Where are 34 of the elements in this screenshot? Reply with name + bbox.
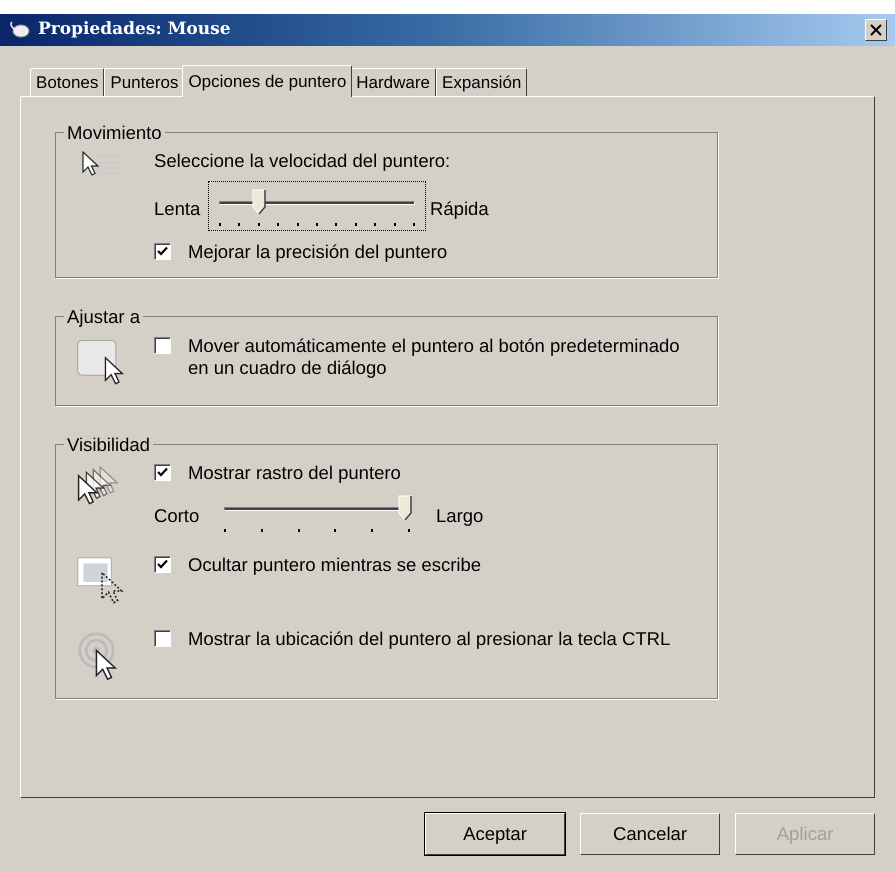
- slider-track[interactable]: [224, 494, 410, 532]
- slider-caption: Seleccione la velocidad del puntero:: [154, 150, 452, 171]
- checkbox[interactable]: [154, 464, 171, 482]
- checkbox[interactable]: [154, 630, 171, 648]
- tab[interactable]: Opciones de puntero: [182, 65, 352, 97]
- window-title: Propiedades: Mouse: [38, 18, 231, 42]
- checkbox-label[interactable]: Ocultar puntero mientras se escribe: [188, 554, 482, 576]
- slider-min-label: Corto: [154, 504, 200, 528]
- slider-thumb[interactable]: [398, 495, 412, 522]
- tab[interactable]: Botones: [30, 68, 104, 96]
- group-title: Ajustar a: [66, 304, 142, 329]
- slider-max-label: Largo: [436, 504, 484, 528]
- slider-track[interactable]: [219, 188, 415, 226]
- close-button[interactable]: [865, 19, 887, 41]
- checkbox[interactable]: [154, 336, 171, 354]
- slider-min-label: Lenta: [154, 196, 202, 221]
- tab[interactable]: Expansión: [436, 68, 528, 96]
- checkbox[interactable]: [154, 242, 171, 260]
- group-title: Visibilidad: [66, 432, 151, 456]
- checkbox-label[interactable]: Mejorar la precisión del puntero: [188, 240, 448, 263]
- group-title: Movimiento: [66, 121, 163, 145]
- tab[interactable]: Punteros: [104, 68, 184, 96]
- checkbox[interactable]: [154, 556, 171, 574]
- checkbox-label[interactable]: Mostrar la ubicación del puntero al presionar la tecla CTRL: [188, 628, 670, 650]
- tab[interactable]: Hardware: [350, 68, 436, 96]
- dialog-button[interactable]: Aceptar: [425, 813, 565, 855]
- close-icon: [870, 24, 882, 36]
- slider-thumb[interactable]: [252, 188, 266, 215]
- checkbox-label[interactable]: Mover automáticamente el puntero al botón predeterminado en un cuadro de diálogo: [188, 334, 697, 378]
- pointer-speed-icon: [81, 150, 123, 177]
- mouse-icon: [8, 21, 30, 39]
- slider-max-label: Rápida: [430, 196, 489, 221]
- checkbox-label[interactable]: Mostrar rastro del puntero: [188, 462, 401, 484]
- dialog-button[interactable]: Cancelar: [580, 813, 720, 855]
